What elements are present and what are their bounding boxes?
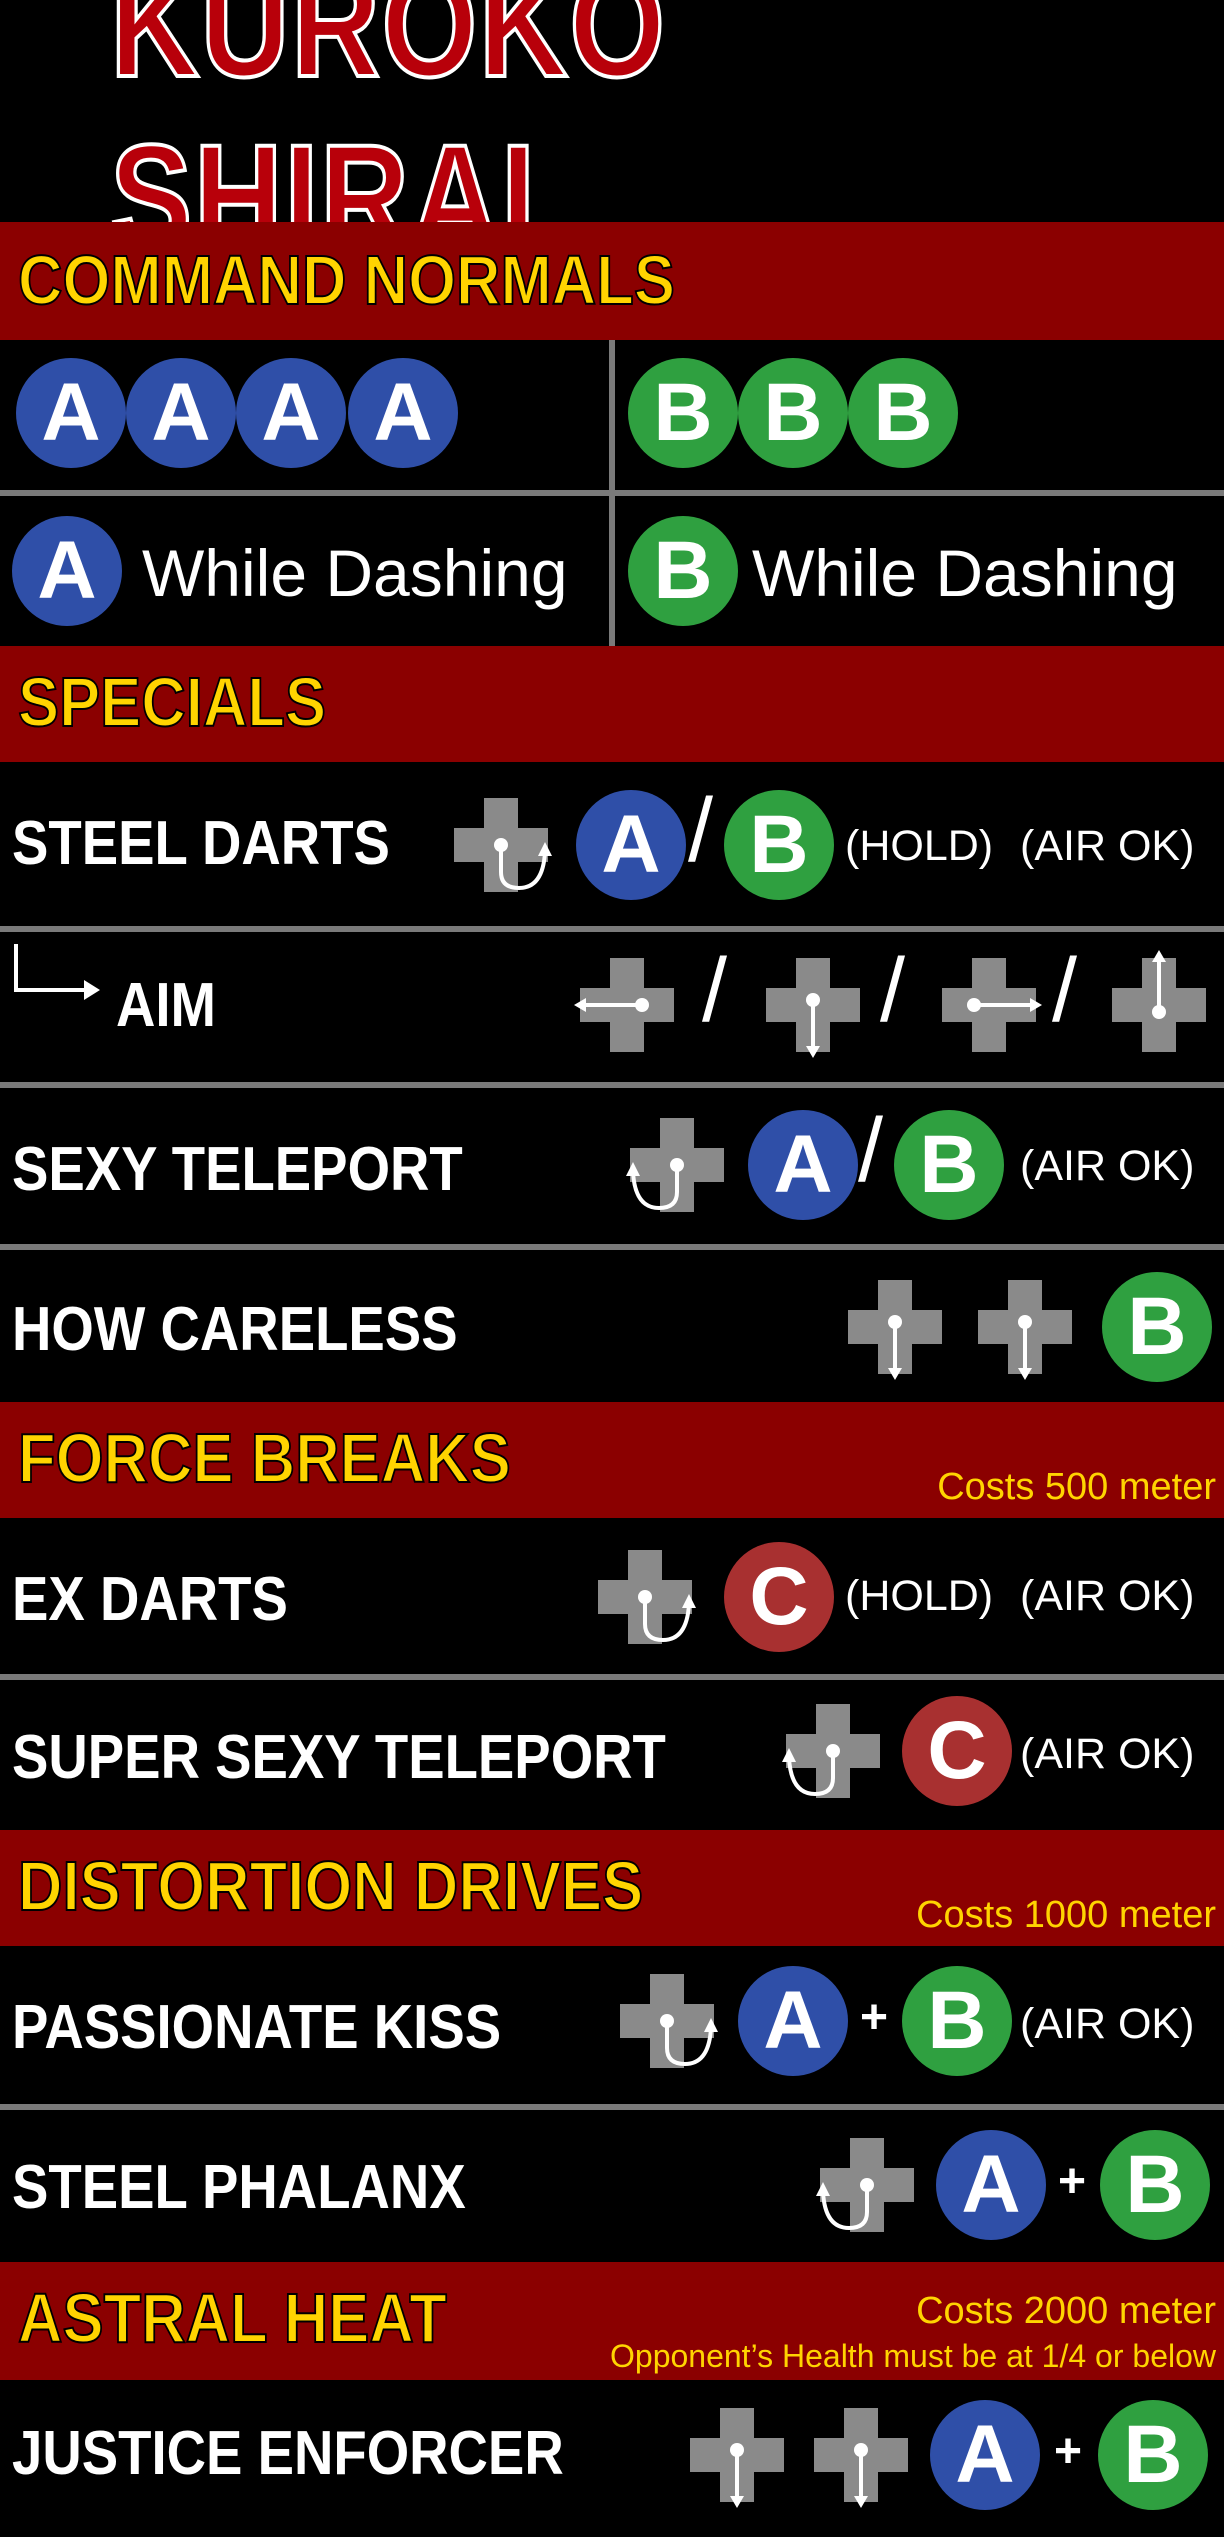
hold-note: (HOLD) (845, 1572, 994, 1620)
button-a-icon: A (12, 516, 122, 626)
meter-cost: Costs 1000 meter (916, 1894, 1216, 1936)
button-a-icon: A (936, 2130, 1046, 2240)
button-c-icon: C (902, 1696, 1012, 1806)
plus-sign: + (1054, 2425, 1083, 2478)
b-while-dashing-label: While Dashing (752, 536, 1178, 610)
or-separator: / (858, 1101, 884, 1201)
button-a-icon: A (126, 358, 236, 468)
plus-sign: + (860, 1991, 889, 2044)
dpad-down-icon (848, 1280, 942, 1380)
button-b-icon: B (848, 358, 958, 468)
air-ok-note: (AIR OK) (1020, 1730, 1195, 1778)
button-a-icon: A (576, 790, 686, 900)
button-c-icon: C (724, 1542, 834, 1652)
section-title: DISTORTION DRIVES (17, 1846, 644, 1926)
follow-up-arrow-icon (14, 944, 100, 1000)
meter-cost: Costs 500 meter (937, 1466, 1216, 1508)
button-b-icon: B (1098, 2400, 1208, 2510)
dpad-down-icon (814, 2408, 908, 2508)
button-a-icon: A (236, 358, 346, 468)
or-separator: / (702, 941, 728, 1041)
move-name: SUPER SEXY TELEPORT (12, 1723, 666, 1792)
move-name: STEEL DARTS (12, 809, 390, 878)
dpad-quarter-circle-back-icon (782, 1704, 880, 1798)
button-a-icon: A (930, 2400, 1040, 2510)
section-title: SPECIALS (17, 662, 327, 742)
dpad-quarter-circle-forward-icon (598, 1550, 696, 1644)
section-title: FORCE BREAKS (17, 1418, 512, 1498)
air-ok-note: (AIR OK) (1020, 822, 1195, 870)
button-b-icon: B (894, 1110, 1004, 1220)
button-b-icon: B (1100, 2130, 1210, 2240)
move-name: HOW CARELESS (12, 1295, 458, 1364)
dpad-down-icon (690, 2408, 784, 2508)
button-a-icon: A (738, 1966, 848, 2076)
dpad-back-icon (574, 958, 674, 1052)
dpad-quarter-circle-forward-icon (620, 1974, 718, 2068)
plus-sign: + (1058, 2155, 1087, 2208)
move-name: AIM (116, 971, 217, 1040)
section-title: ASTRAL HEAT (17, 2278, 448, 2358)
or-separator: / (688, 781, 714, 881)
row-divider (0, 2104, 1224, 2110)
button-b-icon: B (738, 358, 848, 468)
hold-note: (HOLD) (845, 822, 994, 870)
dpad-quarter-circle-forward-icon (454, 798, 552, 892)
air-ok-note: (AIR OK) (1020, 2000, 1195, 2048)
button-a-icon: A (16, 358, 126, 468)
health-condition: Opponent’s Health must be at 1/4 or belo… (610, 2338, 1216, 2374)
button-b-icon: B (1102, 1272, 1212, 1382)
air-ok-note: (AIR OK) (1020, 1142, 1195, 1190)
row-divider (0, 926, 1224, 932)
dpad-down-icon (766, 958, 860, 1058)
button-b-icon: B (902, 1966, 1012, 2076)
move-name: JUSTICE ENFORCER (12, 2419, 564, 2488)
button-b-icon: B (628, 516, 738, 626)
or-separator: / (1052, 941, 1078, 1041)
dpad-down-icon (978, 1280, 1072, 1380)
move-name: STEEL PHALANX (12, 2153, 466, 2222)
meter-cost: Costs 2000 meter (916, 2290, 1216, 2332)
row-divider (0, 1244, 1224, 1250)
section-specials: SPECIALS (0, 646, 1224, 762)
row-divider (0, 1082, 1224, 1088)
section-command-normals: COMMAND NORMALS (0, 222, 1224, 340)
move-name: SEXY TELEPORT (12, 1135, 463, 1204)
a-while-dashing-label: While Dashing (142, 536, 568, 610)
section-distortion-drives: DISTORTION DRIVES Costs 1000 meter (0, 1830, 1224, 1946)
move-name: EX DARTS (12, 1565, 288, 1634)
column-divider (609, 496, 615, 646)
dpad-quarter-circle-back-icon (816, 2138, 914, 2232)
button-a-icon: A (748, 1110, 858, 1220)
button-b-icon: B (724, 790, 834, 900)
dpad-up-icon (1112, 950, 1206, 1052)
section-astral-heat: ASTRAL HEAT Costs 2000 meter Opponent’s … (0, 2262, 1224, 2380)
button-a-icon: A (348, 358, 458, 468)
dpad-quarter-circle-back-icon (626, 1118, 724, 1212)
title-banner: KUROKO SHIRAI (0, 0, 1224, 283)
dpad-forward-icon (942, 958, 1042, 1052)
or-separator: / (880, 941, 906, 1041)
row-divider (0, 1674, 1224, 1680)
move-name: PASSIONATE KISS (12, 1993, 502, 2062)
button-b-icon: B (628, 358, 738, 468)
section-title: COMMAND NORMALS (17, 240, 676, 320)
air-ok-note: (AIR OK) (1020, 1572, 1195, 1620)
column-divider (609, 340, 615, 490)
section-force-breaks: FORCE BREAKS Costs 500 meter (0, 1402, 1224, 1518)
